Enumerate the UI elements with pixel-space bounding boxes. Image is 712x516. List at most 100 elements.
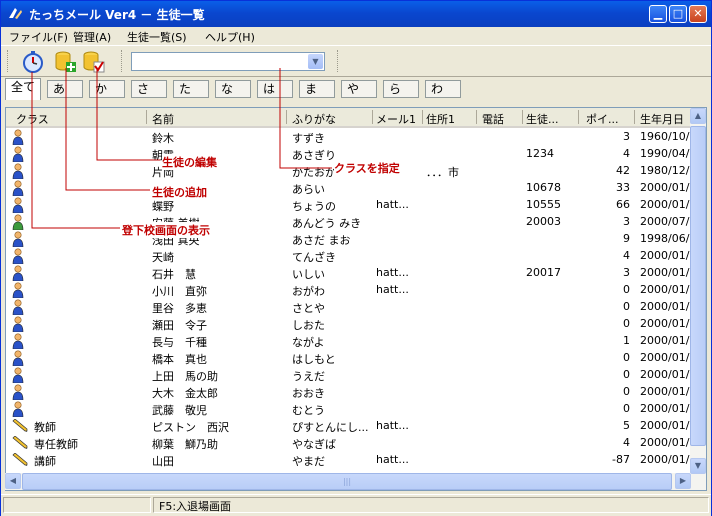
table-row[interactable]: 武藤 敬児 むとう 0 2000/01/0 <box>6 400 692 417</box>
col-address[interactable]: 住所1 <box>426 111 476 127</box>
student-icon <box>12 180 24 196</box>
tab-ya[interactable]: や <box>341 80 377 98</box>
student-icon <box>12 316 24 332</box>
cell-points: 66 <box>616 198 630 211</box>
maximize-button[interactable]: □ <box>669 5 687 23</box>
student-icon <box>12 146 24 162</box>
scroll-up-button[interactable]: ▲ <box>690 108 706 124</box>
menu-help[interactable]: ヘルプ(H) <box>205 29 255 45</box>
cell-kana: ながよ <box>292 336 325 349</box>
table-row[interactable]: 上田 馬の助 うえだ 0 2000/01/0 <box>6 366 692 383</box>
tab-ka[interactable]: か <box>89 80 125 98</box>
col-sep[interactable] <box>476 110 477 124</box>
cell-student-no: 1234 <box>526 147 554 160</box>
col-sep[interactable] <box>286 110 287 124</box>
col-kana[interactable]: ふりがな <box>292 111 372 127</box>
table-row[interactable]: 里谷 多恵 さとや 0 2000/01/0 <box>6 298 692 315</box>
col-student-no[interactable]: 生徒... <box>526 111 576 127</box>
table-row[interactable]: 天崎 てんざき 4 2000/01/0 <box>6 247 692 264</box>
cell-birthday: 2000/01/0 <box>640 198 692 211</box>
chevron-down-icon[interactable]: ▼ <box>308 54 323 69</box>
class-select[interactable]: ▼ <box>131 52 325 71</box>
cell-points: 0 <box>623 283 630 296</box>
table-row[interactable]: 橋本 真也 はしもと 0 2000/01/0 <box>6 349 692 366</box>
tab-a[interactable]: あ <box>47 80 83 98</box>
database-edit-icon[interactable] <box>81 50 105 74</box>
scroll-down-button[interactable]: ▼ <box>690 458 706 474</box>
col-phone[interactable]: 電話 <box>482 111 522 127</box>
col-sep[interactable] <box>634 110 635 124</box>
window-title: たっちメール Ver4 － 生徒一覧 <box>29 8 205 22</box>
tab-na[interactable]: な <box>215 80 251 98</box>
tab-all[interactable]: 全て <box>5 78 41 100</box>
close-button[interactable]: ✕ <box>689 5 707 23</box>
cell-kana: すずき <box>292 132 325 145</box>
table-row[interactable]: 瀬田 令子 しおた 0 2000/01/0 <box>6 315 692 332</box>
tab-ta[interactable]: た <box>173 80 209 98</box>
table-row[interactable]: 教師 ピストン 西沢 ぴすとんにし... hatt... 5 2000/01/0 <box>6 417 692 434</box>
col-points[interactable]: ポイ... <box>586 111 634 127</box>
tab-sa[interactable]: さ <box>131 80 167 98</box>
table-row[interactable]: 講師 山田 やまだ hatt... -87 2000/01/0 <box>6 451 692 468</box>
cell-class: 教師 <box>34 421 56 434</box>
minimize-button[interactable]: ▁ <box>649 5 667 23</box>
table-row[interactable]: 大木 金太郎 おおき 0 2000/01/0 <box>6 383 692 400</box>
col-sep[interactable] <box>146 110 147 124</box>
cell-birthday: 2000/01/0 <box>640 436 692 449</box>
col-sep[interactable] <box>578 110 579 124</box>
menu-manage[interactable]: 管理(A) <box>73 29 111 45</box>
col-sep[interactable] <box>372 110 373 124</box>
stopwatch-icon[interactable] <box>21 50 45 74</box>
kana-tabs: 全て あ か さ た な は ま や ら わ <box>1 78 711 100</box>
cell-name: 橋本 真也 <box>152 353 207 366</box>
col-sep[interactable] <box>522 110 523 124</box>
table-row[interactable]: 石井 慧 いしい hatt... 20017 3 2000/01/0 <box>6 264 692 281</box>
student-icon <box>12 401 24 417</box>
scroll-right-button[interactable]: ▶ <box>675 473 691 489</box>
table-row[interactable]: 鈴木 すずき 3 1960/10/2 <box>6 128 692 145</box>
toolbar-grip-3 <box>337 50 341 72</box>
status-text: F5:入退場画面 <box>159 500 232 513</box>
scroll-left-button[interactable]: ◀ <box>5 473 21 489</box>
menu-file[interactable]: ファイル(F) <box>9 29 68 45</box>
cell-name: 瀬田 令子 <box>152 319 207 332</box>
col-birthday[interactable]: 生年月日 <box>640 111 692 127</box>
title-bar[interactable]: たっちメール Ver4 － 生徒一覧 ▁ □ ✕ <box>1 1 711 27</box>
table-row[interactable]: 蝶野 ちょうの hatt... 10555 66 2000/01/0 <box>6 196 692 213</box>
cell-points: 0 <box>623 300 630 313</box>
horizontal-scroll-thumb[interactable]: ||| <box>22 473 672 490</box>
cell-name: 柳葉 鰤乃助 <box>152 438 218 451</box>
menu-student-list[interactable]: 生徒一覧(S) <box>127 29 187 45</box>
cell-birthday: 2000/01/0 <box>640 334 692 347</box>
cell-address: ．．．市 <box>426 166 459 179</box>
cell-birthday: 1990/04/0 <box>640 147 692 160</box>
tab-ma[interactable]: ま <box>299 80 335 98</box>
table-row[interactable]: 長与 千種 ながよ 1 2000/01/0 <box>6 332 692 349</box>
cell-name: 里谷 多恵 <box>152 302 207 315</box>
table-row[interactable]: 小川 直弥 おがわ hatt... 0 2000/01/0 <box>6 281 692 298</box>
cell-kana: あさだ まお <box>292 234 351 247</box>
cell-kana: やまだ <box>292 455 325 468</box>
vertical-scroll-thumb[interactable] <box>690 126 706 446</box>
vertical-scrollbar[interactable]: ▲ ▼ <box>690 108 706 490</box>
cell-name: 山田 <box>152 455 174 468</box>
table-row[interactable]: 安藤 美樹あんどう みき2000332000/07/1 <box>6 213 692 230</box>
col-sep[interactable] <box>422 110 423 124</box>
tab-wa[interactable]: わ <box>425 80 461 98</box>
table-row[interactable]: 専任教師 柳葉 鰤乃助 やなぎば 4 2000/01/0 <box>6 434 692 451</box>
cell-points: 3 <box>623 215 630 228</box>
cell-points: 4 <box>623 436 630 449</box>
student-icon <box>12 129 24 145</box>
col-name[interactable]: 名前 <box>152 111 282 127</box>
cell-mail: hatt... <box>376 266 409 279</box>
database-add-icon[interactable] <box>53 50 77 74</box>
col-mail[interactable]: メール1 <box>376 111 422 127</box>
table-row[interactable]: 浅田 真央 あさだ まお 9 1998/06/2 <box>6 230 692 247</box>
toolbar-grip-2[interactable] <box>121 50 125 72</box>
col-class[interactable]: クラス <box>16 111 126 127</box>
tab-ha[interactable]: は <box>257 80 293 98</box>
table-row[interactable]: あらい 10678 33 2000/01/0 <box>6 179 692 196</box>
horizontal-scrollbar[interactable]: ◀ ||| ▶ <box>5 473 691 490</box>
toolbar-grip[interactable] <box>7 50 11 72</box>
tab-ra[interactable]: ら <box>383 80 419 98</box>
